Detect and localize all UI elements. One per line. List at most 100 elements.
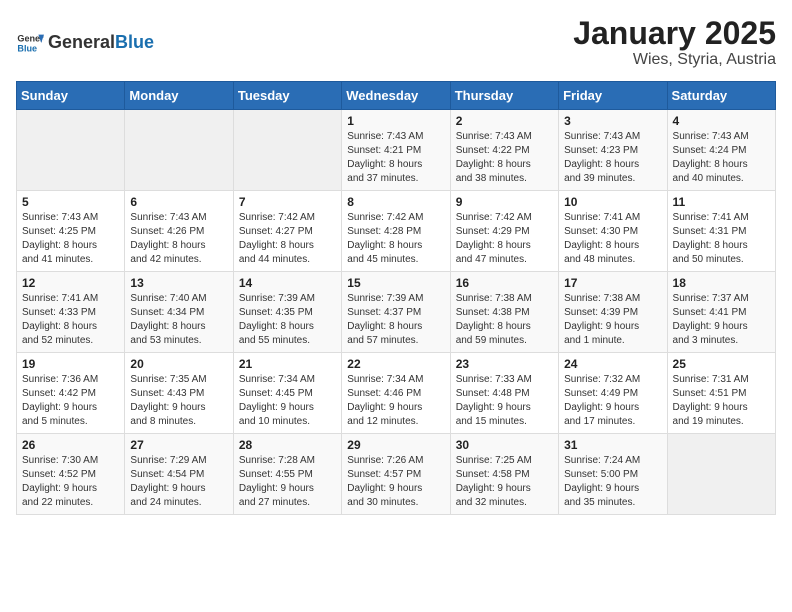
header-monday: Monday [125,82,233,110]
day-number: 22 [347,357,444,371]
table-cell: 28 Sunrise: 7:28 AM Sunset: 4:55 PM Dayli… [233,434,341,515]
week-row-5: 26 Sunrise: 7:30 AM Sunset: 4:52 PM Dayli… [17,434,776,515]
table-cell: 31 Sunrise: 7:24 AM Sunset: 5:00 PM Dayli… [559,434,667,515]
table-cell: 13Sunrise: 7:40 AM Sunset: 4:34 PM Dayli… [125,272,233,353]
day-number: 4 [673,114,770,128]
table-cell [125,110,233,191]
table-cell: 18 Sunrise: 7:37 AM Sunset: 4:41 PM Dayli… [667,272,775,353]
day-number: 17 [564,276,661,290]
table-cell: 23Sunrise: 7:33 AM Sunset: 4:48 PM Dayli… [450,353,558,434]
day-number: 15 [347,276,444,290]
logo: General Blue General Blue [16,29,154,57]
table-cell: 4 Sunrise: 7:43 AM Sunset: 4:24 PM Daylig… [667,110,775,191]
day-number: 31 [564,438,661,452]
table-cell: 27 Sunrise: 7:29 AM Sunset: 4:54 PM Dayli… [125,434,233,515]
day-number: 12 [22,276,119,290]
table-cell: 2 Sunrise: 7:43 AM Sunset: 4:22 PM Daylig… [450,110,558,191]
table-cell: 30 Sunrise: 7:25 AM Sunset: 4:58 PM Dayli… [450,434,558,515]
day-info: Sunrise: 7:43 AM Sunset: 4:24 PM Dayligh… [673,130,770,186]
table-cell [233,110,341,191]
day-number: 5 [22,195,119,209]
day-info: Sunrise: 7:38 AM Sunset: 4:39 PM Dayligh… [564,292,661,348]
title-block: January 2025 Wies, Styria, Austria [573,16,776,69]
day-number: 2 [456,114,553,128]
logo-icon: General Blue [16,29,44,57]
day-number: 7 [239,195,336,209]
day-info: Sunrise: 7:41 AM Sunset: 4:33 PM Dayligh… [22,292,119,348]
weekday-header-row: Sunday Monday Tuesday Wednesday Thursday… [17,82,776,110]
table-cell: 16Sunrise: 7:38 AM Sunset: 4:38 PM Dayli… [450,272,558,353]
day-number: 30 [456,438,553,452]
table-cell: 9 Sunrise: 7:42 AM Sunset: 4:29 PM Daylig… [450,191,558,272]
day-info: Sunrise: 7:24 AM Sunset: 5:00 PM Dayligh… [564,454,661,510]
day-info: Sunrise: 7:42 AM Sunset: 4:29 PM Dayligh… [456,211,553,267]
day-number: 24 [564,357,661,371]
day-info: Sunrise: 7:28 AM Sunset: 4:55 PM Dayligh… [239,454,336,510]
day-info: Sunrise: 7:42 AM Sunset: 4:27 PM Dayligh… [239,211,336,267]
day-info: Sunrise: 7:37 AM Sunset: 4:41 PM Dayligh… [673,292,770,348]
week-row-4: 19Sunrise: 7:36 AM Sunset: 4:42 PM Dayli… [17,353,776,434]
table-cell: 6 Sunrise: 7:43 AM Sunset: 4:26 PM Daylig… [125,191,233,272]
day-number: 18 [673,276,770,290]
table-cell: 24 Sunrise: 7:32 AM Sunset: 4:49 PM Dayli… [559,353,667,434]
day-number: 28 [239,438,336,452]
table-cell: 21Sunrise: 7:34 AM Sunset: 4:45 PM Dayli… [233,353,341,434]
day-number: 6 [130,195,227,209]
table-cell: 22 Sunrise: 7:34 AM Sunset: 4:46 PM Dayli… [342,353,450,434]
day-info: Sunrise: 7:25 AM Sunset: 4:58 PM Dayligh… [456,454,553,510]
table-cell: 19Sunrise: 7:36 AM Sunset: 4:42 PM Dayli… [17,353,125,434]
day-info: Sunrise: 7:29 AM Sunset: 4:54 PM Dayligh… [130,454,227,510]
page-header: General Blue General Blue January 2025 Wi… [16,16,776,69]
header-friday: Friday [559,82,667,110]
day-number: 26 [22,438,119,452]
day-number: 29 [347,438,444,452]
day-info: Sunrise: 7:32 AM Sunset: 4:49 PM Dayligh… [564,373,661,429]
week-row-2: 5 Sunrise: 7:43 AM Sunset: 4:25 PM Daylig… [17,191,776,272]
day-info: Sunrise: 7:43 AM Sunset: 4:25 PM Dayligh… [22,211,119,267]
day-number: 9 [456,195,553,209]
day-number: 16 [456,276,553,290]
day-number: 14 [239,276,336,290]
table-cell: 17 Sunrise: 7:38 AM Sunset: 4:39 PM Dayli… [559,272,667,353]
table-cell: 1Sunrise: 7:43 AM Sunset: 4:21 PM Daylig… [342,110,450,191]
day-number: 1 [347,114,444,128]
week-row-3: 12 Sunrise: 7:41 AM Sunset: 4:33 PM Dayli… [17,272,776,353]
day-info: Sunrise: 7:35 AM Sunset: 4:43 PM Dayligh… [130,373,227,429]
day-info: Sunrise: 7:43 AM Sunset: 4:26 PM Dayligh… [130,211,227,267]
table-cell [17,110,125,191]
svg-text:Blue: Blue [17,43,37,53]
table-cell: 7 Sunrise: 7:42 AM Sunset: 4:27 PM Daylig… [233,191,341,272]
table-cell [667,434,775,515]
day-info: Sunrise: 7:31 AM Sunset: 4:51 PM Dayligh… [673,373,770,429]
day-info: Sunrise: 7:40 AM Sunset: 4:34 PM Dayligh… [130,292,227,348]
day-number: 27 [130,438,227,452]
day-number: 20 [130,357,227,371]
day-info: Sunrise: 7:39 AM Sunset: 4:35 PM Dayligh… [239,292,336,348]
day-info: Sunrise: 7:34 AM Sunset: 4:46 PM Dayligh… [347,373,444,429]
day-info: Sunrise: 7:30 AM Sunset: 4:52 PM Dayligh… [22,454,119,510]
day-number: 3 [564,114,661,128]
header-saturday: Saturday [667,82,775,110]
day-number: 23 [456,357,553,371]
table-cell: 26 Sunrise: 7:30 AM Sunset: 4:52 PM Dayli… [17,434,125,515]
day-info: Sunrise: 7:41 AM Sunset: 4:30 PM Dayligh… [564,211,661,267]
table-cell: 15 Sunrise: 7:39 AM Sunset: 4:37 PM Dayli… [342,272,450,353]
header-thursday: Thursday [450,82,558,110]
day-info: Sunrise: 7:43 AM Sunset: 4:22 PM Dayligh… [456,130,553,186]
table-cell: 3Sunrise: 7:43 AM Sunset: 4:23 PM Daylig… [559,110,667,191]
day-info: Sunrise: 7:39 AM Sunset: 4:37 PM Dayligh… [347,292,444,348]
day-number: 8 [347,195,444,209]
logo-general-text: General [48,32,115,53]
day-number: 10 [564,195,661,209]
header-sunday: Sunday [17,82,125,110]
calendar-subtitle: Wies, Styria, Austria [573,51,776,69]
table-cell: 5 Sunrise: 7:43 AM Sunset: 4:25 PM Daylig… [17,191,125,272]
day-number: 21 [239,357,336,371]
header-tuesday: Tuesday [233,82,341,110]
calendar-title: January 2025 [573,16,776,51]
week-row-1: 1Sunrise: 7:43 AM Sunset: 4:21 PM Daylig… [17,110,776,191]
day-info: Sunrise: 7:42 AM Sunset: 4:28 PM Dayligh… [347,211,444,267]
day-info: Sunrise: 7:36 AM Sunset: 4:42 PM Dayligh… [22,373,119,429]
table-cell: 25Sunrise: 7:31 AM Sunset: 4:51 PM Dayli… [667,353,775,434]
day-number: 11 [673,195,770,209]
